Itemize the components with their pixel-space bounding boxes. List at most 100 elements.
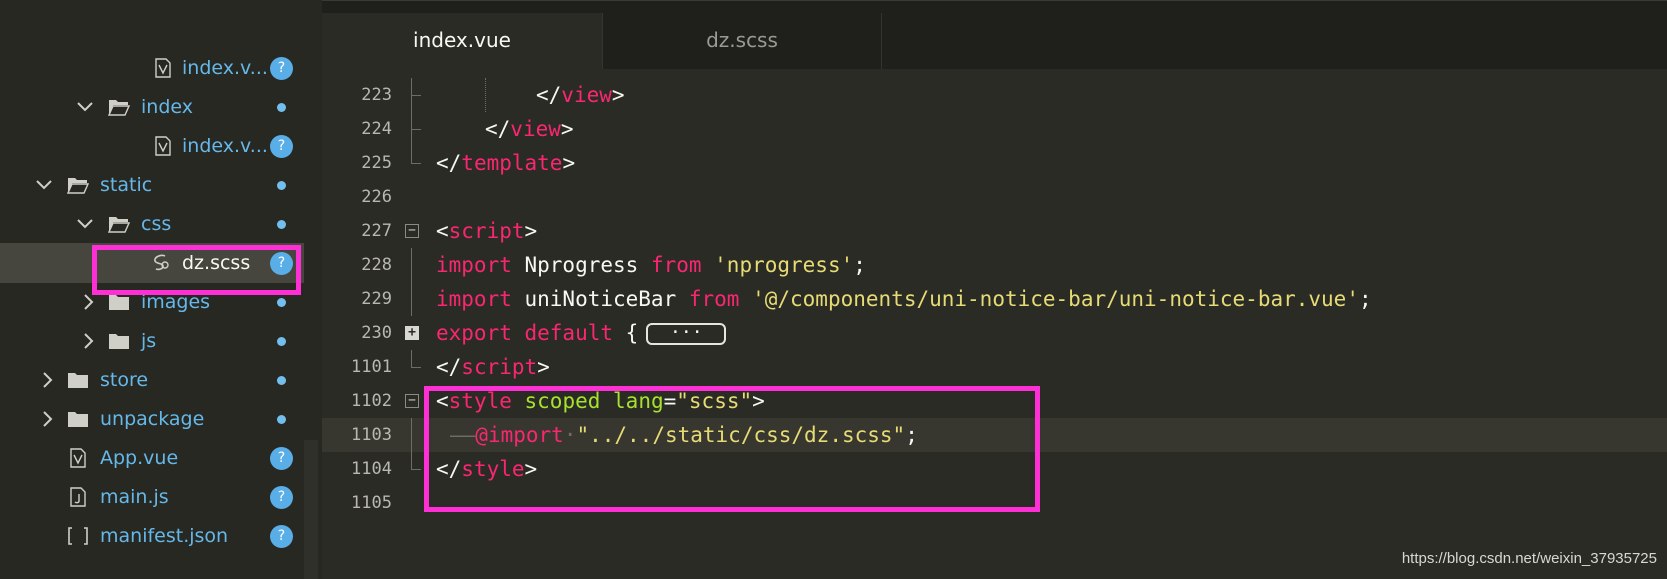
- line-number: 225: [361, 153, 392, 173]
- code-token: script: [461, 355, 538, 379]
- chevron-right-icon[interactable]: [38, 409, 58, 429]
- code-line: 229 import uniNoticeBar from '@/componen…: [322, 282, 1667, 316]
- code-token: 'nprogress': [701, 253, 854, 277]
- code-line: 227 − <script>: [322, 214, 1667, 248]
- chevron-right-icon[interactable]: [38, 370, 58, 390]
- status-badge: ?: [270, 447, 293, 470]
- tree-item-static-folder[interactable]: static: [0, 165, 304, 205]
- tree-item-index-folder[interactable]: index: [0, 87, 304, 127]
- code-token: Nprogress: [511, 253, 651, 277]
- folder-icon: [108, 330, 130, 352]
- line-number: 229: [361, 289, 392, 309]
- tree-item-label: index.v...: [182, 135, 268, 157]
- line-number: 1104: [351, 459, 392, 479]
- code-text: </view>: [485, 112, 574, 146]
- tree-item-label: store: [100, 369, 149, 391]
- code-line: 1101 </script>: [322, 350, 1667, 384]
- chevron-right-icon[interactable]: [79, 292, 99, 312]
- chevron-down-icon[interactable]: [75, 214, 95, 234]
- sidebar-scrollbar[interactable]: [304, 440, 318, 579]
- expand-fold-button[interactable]: +: [405, 326, 419, 340]
- indent-guide-end: [411, 367, 421, 368]
- tree-item-label: manifest.json: [100, 525, 229, 547]
- tree-item-label: static: [100, 174, 153, 196]
- folder-open-icon: [108, 213, 130, 235]
- fold-toggle-button[interactable]: −: [405, 394, 419, 408]
- line-number: 224: [361, 119, 392, 139]
- code-text: <script>: [436, 214, 537, 248]
- tree-item-manifest-json[interactable]: manifest.json ?: [0, 516, 304, 556]
- code-token: view: [561, 83, 612, 107]
- chevron-down-icon[interactable]: [75, 97, 95, 117]
- indent-dots: [485, 78, 487, 112]
- tree-item-main-js[interactable]: main.js ?: [0, 477, 304, 517]
- line-number: 1101: [351, 357, 392, 377]
- code-token: '@/components/uni-notice-bar/uni-notice-…: [739, 287, 1359, 311]
- code-line: 226: [322, 180, 1667, 214]
- collapsed-code-marker[interactable]: ···: [646, 323, 727, 345]
- folder-icon: [67, 369, 89, 391]
- tab-bar: index.vue dz.scss: [322, 0, 1667, 69]
- line-number: 223: [361, 85, 392, 105]
- line-number: 227: [361, 221, 392, 241]
- status-dot: [277, 376, 286, 385]
- code-text: export default { ···: [436, 316, 727, 350]
- tree-item-index-vue-1[interactable]: index.v... ?: [0, 48, 304, 88]
- code-token: >: [611, 83, 625, 107]
- code-token: import: [436, 287, 512, 311]
- json-file-icon: [67, 525, 89, 547]
- code-token: </: [536, 83, 562, 107]
- tab-index-vue[interactable]: index.vue: [322, 13, 602, 69]
- tree-item-unpackage-folder[interactable]: unpackage: [0, 399, 304, 439]
- chevron-right-icon[interactable]: [79, 331, 99, 351]
- tree-item-store-folder[interactable]: store: [0, 360, 304, 400]
- folder-open-icon: [67, 174, 89, 196]
- code-line: 225 </template>: [322, 146, 1667, 180]
- indent-guide: [411, 350, 412, 367]
- code-token: {: [613, 321, 639, 345]
- code-text: import uniNoticeBar from '@/components/u…: [436, 282, 1372, 316]
- tree-item-label: unpackage: [100, 408, 205, 430]
- code-token: from: [688, 287, 740, 311]
- tree-item-index-vue-2[interactable]: index.v... ?: [0, 126, 304, 166]
- status-badge: ?: [270, 525, 293, 548]
- code-token: export default: [436, 321, 614, 345]
- tree-item-label: js: [141, 330, 157, 352]
- code-token: ;: [1358, 287, 1372, 311]
- code-token: ;: [853, 253, 866, 277]
- watermark: https://blog.csdn.net/weixin_37935725: [1401, 550, 1657, 567]
- chevron-down-icon[interactable]: [34, 175, 54, 195]
- code-token: import: [436, 253, 512, 277]
- code-text: import Nprogress from 'nprogress';: [436, 248, 866, 282]
- tree-item-app-vue[interactable]: App.vue ?: [0, 438, 304, 478]
- code-line: 223 </view>: [322, 78, 1667, 112]
- code-token: view: [510, 117, 561, 141]
- code-token: >: [560, 117, 574, 141]
- tree-item-js-folder[interactable]: js: [0, 321, 304, 361]
- code-text: </view>: [536, 78, 625, 112]
- indent-guide: [411, 146, 412, 163]
- fold-toggle-button[interactable]: −: [405, 224, 419, 238]
- code-text: </script>: [436, 350, 550, 384]
- indent-guide-end: [411, 95, 421, 96]
- status-dot: [277, 220, 286, 229]
- line-number: 1105: [351, 493, 392, 513]
- vue-file-icon: [152, 57, 174, 79]
- code-token: >: [562, 151, 576, 175]
- status-badge: ?: [270, 57, 293, 80]
- tree-item-label: index.v...: [182, 57, 268, 79]
- indent-guide: [411, 282, 412, 316]
- folder-icon: [67, 408, 89, 430]
- tab-dz-scss[interactable]: dz.scss: [602, 13, 882, 69]
- tree-item-label: main.js: [100, 486, 169, 508]
- tree-item-css-folder[interactable]: css: [0, 204, 304, 244]
- code-token: </: [436, 355, 462, 379]
- code-token: <: [436, 219, 449, 243]
- code-token: script: [448, 219, 525, 243]
- status-badge: ?: [270, 486, 293, 509]
- indent-guide: [411, 418, 412, 452]
- status-dot: [277, 337, 286, 346]
- status-badge: ?: [270, 135, 293, 158]
- code-token: </: [436, 151, 462, 175]
- code-token: uniNoticeBar: [511, 287, 689, 311]
